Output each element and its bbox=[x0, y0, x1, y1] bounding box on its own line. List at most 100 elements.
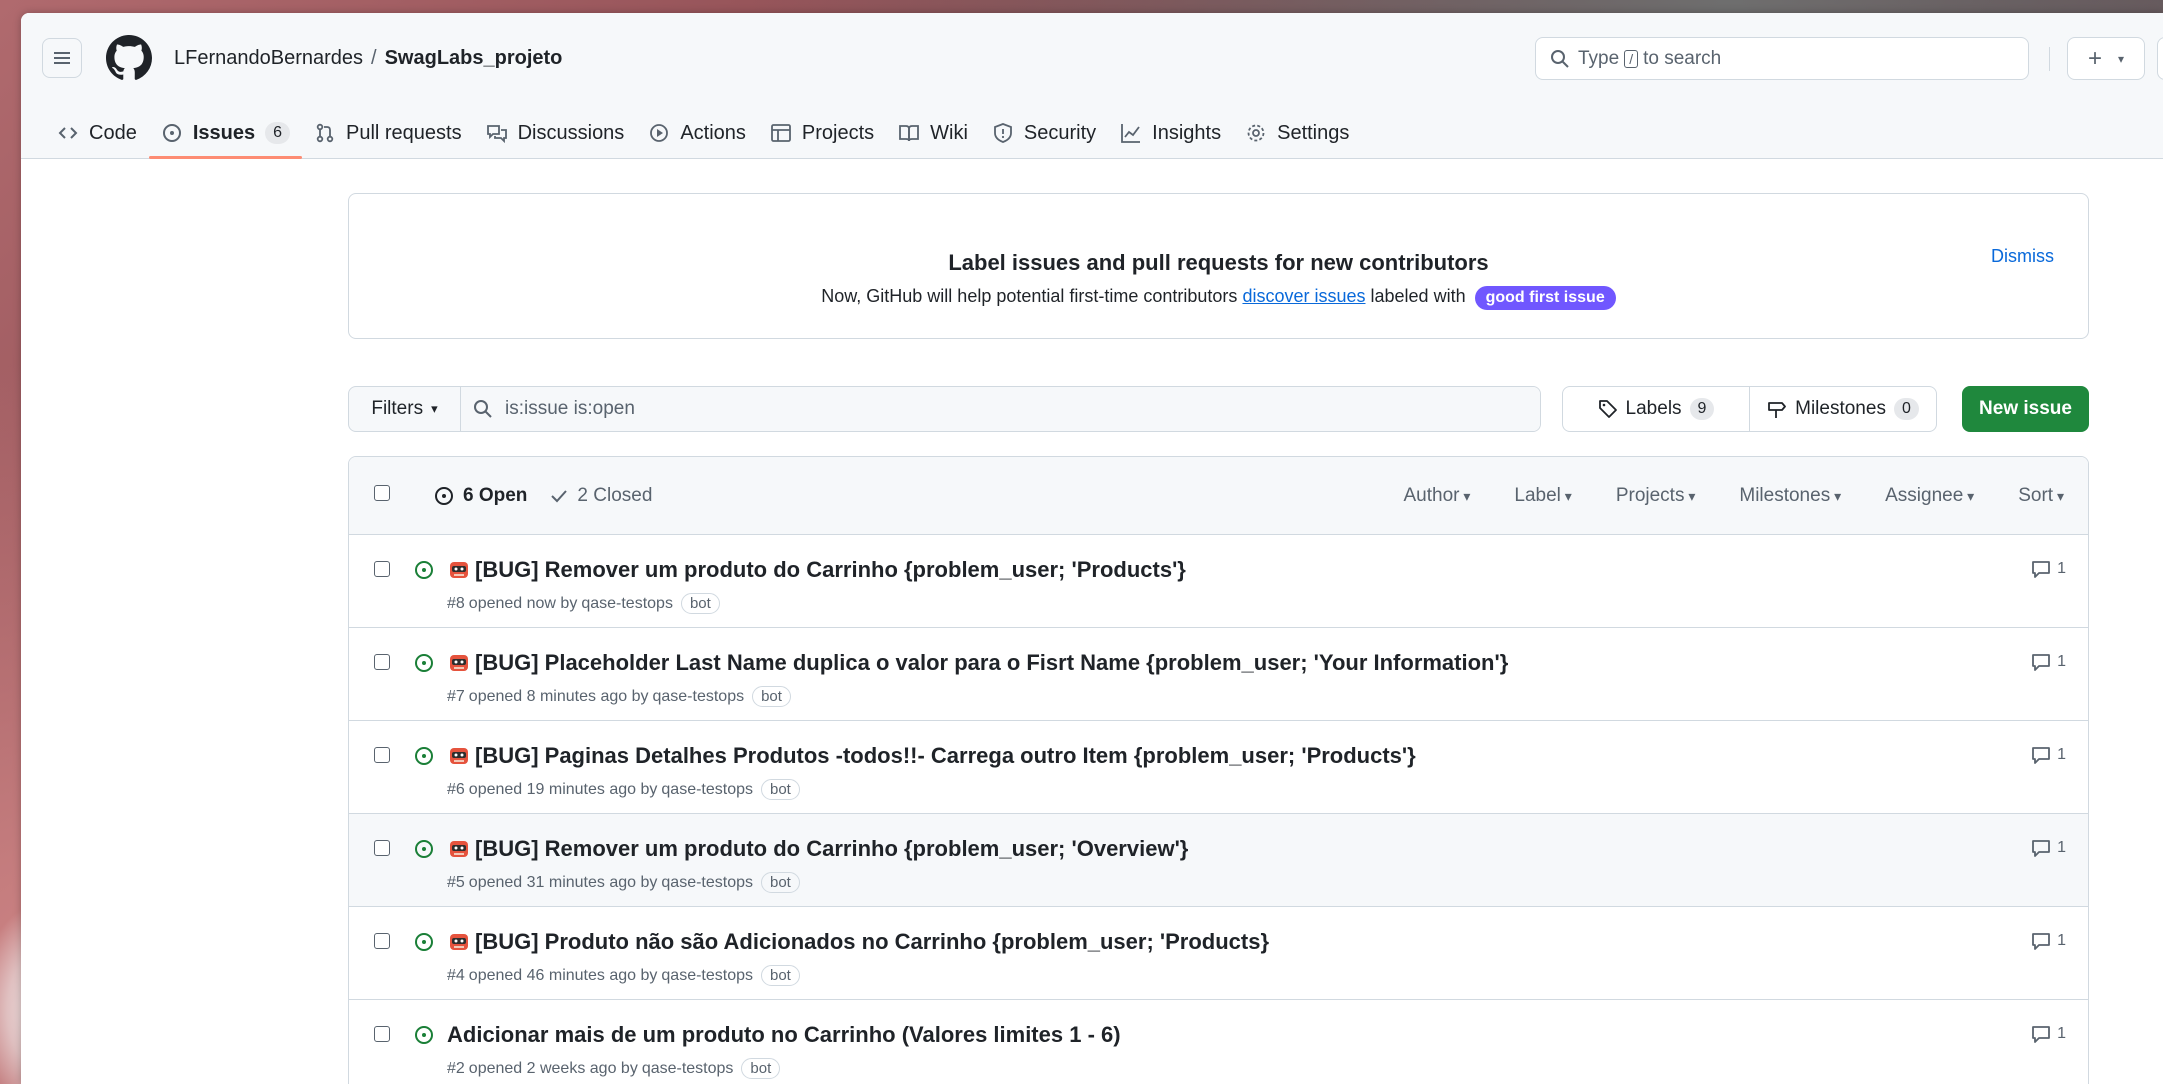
issue-checkbox[interactable] bbox=[374, 561, 390, 577]
comment-icon bbox=[2032, 654, 2050, 671]
sort-filter[interactable]: Sort bbox=[2018, 485, 2064, 507]
issue-row[interactable]: [BUG] Placeholder Last Name duplica o va… bbox=[349, 628, 2088, 721]
issue-title: [BUG] Produto não são Adicionados no Car… bbox=[475, 929, 1270, 954]
tab-wiki[interactable]: Wiki bbox=[886, 113, 980, 153]
issue-checkbox[interactable] bbox=[374, 747, 390, 763]
new-issue-button[interactable]: New issue bbox=[1962, 386, 2089, 432]
tab-security[interactable]: Security bbox=[980, 113, 1108, 153]
closed-issues-filter[interactable]: 2 Closed bbox=[549, 485, 652, 507]
tab-issues[interactable]: Issues 6 bbox=[148, 113, 303, 159]
comment-count: 1 bbox=[2057, 839, 2066, 856]
tab-settings-label: Settings bbox=[1277, 121, 1350, 144]
issue-comments-link[interactable]: 1 bbox=[2031, 652, 2066, 672]
search-input[interactable]: Type / to search bbox=[1535, 37, 2029, 80]
issue-author-link[interactable]: qase-testops bbox=[581, 595, 673, 613]
breadcrumb-repo[interactable]: SwagLabs_projeto bbox=[385, 47, 563, 69]
issues-button-partial[interactable] bbox=[2157, 37, 2163, 80]
contributors-banner: Label issues and pull requests for new c… bbox=[348, 193, 2089, 339]
search-icon bbox=[1551, 49, 1569, 68]
issue-opened-icon bbox=[415, 840, 433, 858]
assignee-filter[interactable]: Assignee bbox=[1885, 485, 1974, 507]
issue-meta: #5 opened 31 minutes ago by qase-testops… bbox=[447, 872, 800, 893]
issue-number: #4 bbox=[447, 966, 465, 984]
bug-avatar-icon bbox=[450, 748, 468, 764]
breadcrumb-owner[interactable]: LFernandoBernardes bbox=[174, 47, 363, 69]
issue-title: [BUG] Placeholder Last Name duplica o va… bbox=[475, 650, 1509, 675]
issue-checkbox[interactable] bbox=[374, 840, 390, 856]
banner-text-after: labeled with bbox=[1370, 286, 1466, 306]
issue-checkbox[interactable] bbox=[374, 654, 390, 670]
comment-count: 1 bbox=[2057, 560, 2066, 577]
tab-actions[interactable]: Actions bbox=[636, 113, 758, 153]
issue-author-link[interactable]: qase-testops bbox=[652, 688, 744, 706]
issue-comments-link[interactable]: 1 bbox=[2031, 745, 2066, 765]
issue-row[interactable]: [BUG] Paginas Detalhes Produtos -todos!!… bbox=[349, 721, 2088, 814]
issue-comments-link[interactable]: 1 bbox=[2031, 838, 2066, 858]
author-filter[interactable]: Author bbox=[1403, 485, 1470, 507]
issue-comments-link[interactable]: 1 bbox=[2031, 1024, 2066, 1044]
comment-icon bbox=[2032, 747, 2050, 764]
issue-title-link[interactable]: [BUG] Remover um produto do Carrinho {pr… bbox=[447, 557, 1186, 583]
github-logo-icon[interactable] bbox=[106, 35, 152, 81]
open-issues-filter[interactable]: 6 Open bbox=[433, 485, 527, 507]
issue-title-link[interactable]: [BUG] Remover um produto do Carrinho {pr… bbox=[447, 836, 1188, 862]
issue-title-link[interactable]: [BUG] Produto não são Adicionados no Car… bbox=[447, 929, 1269, 955]
issue-title-link[interactable]: [BUG] Paginas Detalhes Produtos -todos!!… bbox=[447, 743, 1416, 769]
projects-filter[interactable]: Projects bbox=[1616, 485, 1696, 507]
closed-count: 2 Closed bbox=[577, 485, 653, 506]
issue-number: #7 bbox=[447, 687, 465, 705]
header-divider bbox=[2049, 47, 2050, 71]
comment-icon bbox=[2032, 1026, 2050, 1043]
issue-row[interactable]: [BUG] Remover um produto do Carrinho {pr… bbox=[349, 814, 2088, 907]
breadcrumb: LFernandoBernardes / SwagLabs_projeto bbox=[174, 47, 562, 70]
filters-button[interactable]: Filters ▾ bbox=[349, 387, 461, 431]
milestones-button[interactable]: Milestones 0 bbox=[1749, 387, 1936, 431]
comment-icon bbox=[2032, 561, 2050, 578]
issue-checkbox[interactable] bbox=[374, 1026, 390, 1042]
issue-state-toggle: 6 Open 2 Closed bbox=[433, 485, 652, 507]
tab-settings[interactable]: Settings bbox=[1233, 113, 1361, 153]
tab-pull-requests[interactable]: Pull requests bbox=[302, 113, 474, 153]
bot-badge: bot bbox=[680, 593, 720, 614]
tab-code[interactable]: Code bbox=[45, 113, 149, 153]
issue-author-link[interactable]: qase-testops bbox=[642, 1060, 734, 1078]
menu-button[interactable] bbox=[42, 38, 82, 78]
labels-milestones-group: Labels 9 Milestones 0 bbox=[1562, 386, 1937, 432]
issue-author-link[interactable]: qase-testops bbox=[661, 874, 753, 892]
open-count: 6 Open bbox=[463, 485, 528, 506]
tab-insights[interactable]: Insights bbox=[1108, 113, 1233, 153]
issues-list-header: 6 Open 2 Closed Author Label Projects Mi… bbox=[349, 457, 2088, 535]
issue-number: #5 bbox=[447, 873, 465, 891]
banner-title: Label issues and pull requests for new c… bbox=[948, 250, 1489, 275]
tab-projects[interactable]: Projects bbox=[758, 113, 886, 153]
check-icon bbox=[551, 490, 568, 503]
discover-issues-link[interactable]: discover issues bbox=[1242, 286, 1365, 306]
issue-comments-link[interactable]: 1 bbox=[2031, 559, 2066, 579]
issue-opened-icon bbox=[415, 561, 433, 579]
table-icon bbox=[771, 124, 791, 142]
labels-button[interactable]: Labels 9 bbox=[1563, 387, 1749, 431]
milestones-filter[interactable]: Milestones bbox=[1739, 485, 1841, 507]
browser-page: LFernandoBernardes / SwagLabs_projeto Type… bbox=[21, 13, 2163, 1084]
issue-checkbox[interactable] bbox=[374, 933, 390, 949]
issue-title-link[interactable]: [BUG] Placeholder Last Name duplica o va… bbox=[447, 650, 1508, 676]
issue-row[interactable]: Adicionar mais de um produto no Carrinho… bbox=[349, 1000, 2088, 1084]
bot-badge: bot bbox=[761, 872, 800, 893]
issue-author-link[interactable]: qase-testops bbox=[661, 967, 753, 985]
issue-comments-link[interactable]: 1 bbox=[2031, 931, 2066, 951]
tab-discussions[interactable]: Discussions bbox=[474, 113, 637, 153]
issue-row[interactable]: [BUG] Produto não são Adicionados no Car… bbox=[349, 907, 2088, 1000]
comment-count: 1 bbox=[2057, 1025, 2066, 1042]
create-new-button[interactable]: + ▾ bbox=[2067, 37, 2145, 80]
issue-row[interactable]: [BUG] Remover um produto do Carrinho {pr… bbox=[349, 535, 2088, 628]
issue-author-link[interactable]: qase-testops bbox=[661, 781, 753, 799]
dismiss-button[interactable]: Dismiss bbox=[1991, 246, 2054, 267]
bot-badge: bot bbox=[752, 686, 791, 707]
label-filter[interactable]: Label bbox=[1514, 485, 1571, 507]
select-all-checkbox[interactable] bbox=[374, 485, 390, 501]
chevron-down-icon: ▾ bbox=[431, 401, 438, 416]
issue-title-link[interactable]: Adicionar mais de um produto no Carrinho… bbox=[447, 1022, 1121, 1048]
tag-icon bbox=[1598, 400, 1617, 418]
issue-title: [BUG] Remover um produto do Carrinho {pr… bbox=[475, 836, 1189, 861]
issue-search-input[interactable]: is:issue is:open bbox=[461, 387, 1540, 431]
